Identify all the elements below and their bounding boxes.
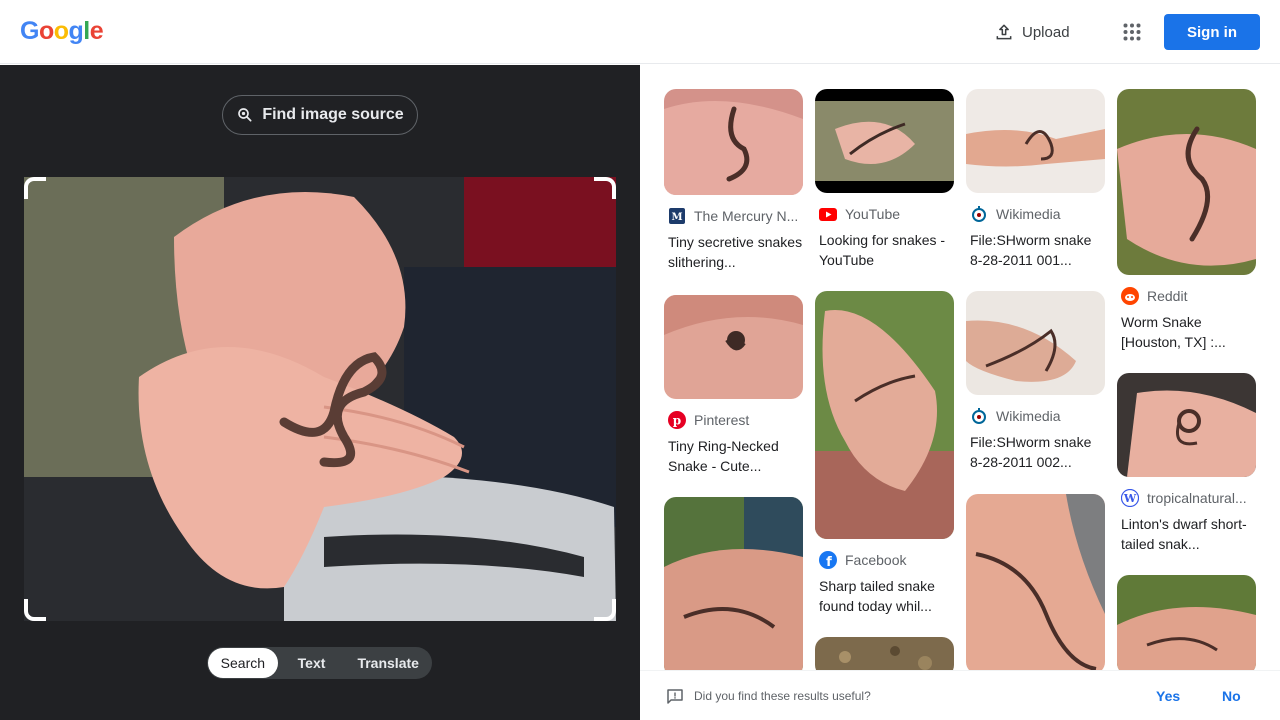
result-title[interactable]: Tiny secretive snakes slithering... xyxy=(668,232,803,272)
wordpress-icon: W xyxy=(1121,489,1139,507)
result-source[interactable]: f Facebook xyxy=(819,551,954,569)
result-card[interactable]: p Pinterest Tiny Ring-Necked Snake - Cut… xyxy=(664,295,803,476)
result-title[interactable]: File:SHworm snake 8-28-2011 001... xyxy=(970,230,1105,270)
result-card[interactable]: YouTube Looking for snakes - YouTube xyxy=(815,89,954,270)
svg-text:p: p xyxy=(673,414,681,428)
result-card[interactable]: Wikimedia File:SHworm snake 8-28-2011 00… xyxy=(966,291,1105,472)
result-card[interactable]: Wikimedia File:SHworm snake 8-28-2011 00… xyxy=(966,89,1105,270)
query-image[interactable] xyxy=(24,177,616,621)
wikimedia-icon xyxy=(970,407,988,425)
result-title[interactable]: Linton's dwarf short-tailed snak... xyxy=(1121,514,1256,554)
result-thumbnail[interactable] xyxy=(1117,575,1256,670)
result-thumbnail[interactable] xyxy=(966,494,1105,670)
svg-text:M: M xyxy=(671,212,682,223)
upload-label: Upload xyxy=(1022,23,1070,41)
feedback-no-button[interactable]: No xyxy=(1222,688,1241,704)
result-card[interactable] xyxy=(966,494,1105,670)
result-title[interactable]: File:SHworm snake 8-28-2011 002... xyxy=(970,432,1105,472)
facebook-icon: f xyxy=(819,551,837,569)
result-thumbnail[interactable] xyxy=(815,637,954,670)
feedback-icon xyxy=(667,689,683,704)
google-logo[interactable]: Google xyxy=(20,17,104,46)
svg-text:f: f xyxy=(826,555,832,569)
result-thumbnail[interactable] xyxy=(815,89,954,193)
result-source[interactable]: Wikimedia xyxy=(970,407,1105,425)
result-title[interactable]: Sharp tailed snake found today whil... xyxy=(819,576,954,616)
svg-text:W: W xyxy=(1123,492,1137,505)
result-title[interactable]: Looking for snakes - YouTube xyxy=(819,230,954,270)
result-title[interactable]: Tiny Ring-Necked Snake - Cute... xyxy=(668,436,803,476)
result-card[interactable]: Reddit Worm Snake [Houston, TX] :... xyxy=(1117,89,1256,352)
apps-grid-icon xyxy=(1123,23,1141,41)
crop-handle-top-left[interactable] xyxy=(24,177,46,199)
mercury-news-icon: M xyxy=(668,207,686,225)
find-image-source-label: Find image source xyxy=(262,106,404,123)
result-card[interactable]: M The Mercury N... Tiny secretive snakes… xyxy=(664,89,803,272)
upload-button[interactable]: Upload xyxy=(984,14,1080,50)
youtube-icon xyxy=(819,205,837,223)
result-thumbnail[interactable] xyxy=(1117,373,1256,477)
tab-translate[interactable]: Translate xyxy=(345,648,431,678)
reddit-icon xyxy=(1121,287,1139,305)
google-apps-button[interactable] xyxy=(1116,16,1148,48)
tab-search[interactable]: Search xyxy=(208,648,278,678)
feedback-question: Did you find these results useful? xyxy=(694,689,871,703)
result-thumbnail[interactable] xyxy=(1117,89,1256,275)
result-thumbnail[interactable] xyxy=(664,497,803,670)
result-source[interactable]: W tropicalnatural... xyxy=(1121,489,1256,507)
query-image-pane: Find image source Search Text Translate xyxy=(0,65,640,720)
result-card[interactable]: f Facebook Sharp tailed snake found toda… xyxy=(815,291,954,616)
result-card[interactable]: W tropicalnatural... Linton's dwarf shor… xyxy=(1117,373,1256,554)
crop-handle-bottom-left[interactable] xyxy=(24,599,46,621)
result-source[interactable]: YouTube xyxy=(819,205,954,223)
result-thumbnail[interactable] xyxy=(664,295,803,399)
result-card[interactable] xyxy=(664,497,803,670)
result-source[interactable]: M The Mercury N... xyxy=(668,207,803,225)
result-source[interactable]: Wikimedia xyxy=(970,205,1105,223)
result-thumbnail[interactable] xyxy=(815,291,954,539)
top-bar: Google Upload Sign in xyxy=(0,0,1280,64)
find-image-source-button[interactable]: Find image source xyxy=(222,95,418,135)
feedback-bar: Did you find these results useful? Yes N… xyxy=(640,670,1280,720)
tab-text[interactable]: Text xyxy=(278,648,346,678)
result-thumbnail[interactable] xyxy=(966,89,1105,193)
feedback-yes-button[interactable]: Yes xyxy=(1156,688,1180,704)
result-thumbnail[interactable] xyxy=(664,89,803,195)
result-card[interactable] xyxy=(815,637,954,670)
search-mode-tabs: Search Text Translate xyxy=(207,647,432,679)
crop-handle-top-right[interactable] xyxy=(594,177,616,199)
result-thumbnail[interactable] xyxy=(966,291,1105,395)
pinterest-icon: p xyxy=(668,411,686,429)
lens-search-icon xyxy=(238,108,252,122)
wikimedia-icon xyxy=(970,205,988,223)
result-title[interactable]: Worm Snake [Houston, TX] :... xyxy=(1121,312,1256,352)
crop-handle-bottom-right[interactable] xyxy=(594,599,616,621)
visual-matches-panel: M The Mercury N... Tiny secretive snakes… xyxy=(640,65,1280,670)
result-card[interactable] xyxy=(1117,575,1256,670)
result-source[interactable]: Reddit xyxy=(1121,287,1256,305)
upload-icon xyxy=(996,24,1012,40)
result-source[interactable]: p Pinterest xyxy=(668,411,803,429)
sign-in-button[interactable]: Sign in xyxy=(1164,14,1260,50)
